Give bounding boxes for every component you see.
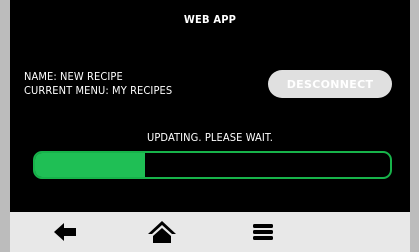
- page-title: WEB APP: [183, 13, 237, 26]
- progress-fill: [35, 153, 146, 177]
- home-icon: [148, 221, 176, 243]
- progress-bar: [33, 151, 392, 179]
- recipe-name-text: NAME: NEW RECIPE: [24, 70, 123, 83]
- disconnect-button[interactable]: DESCONNECT: [268, 70, 392, 98]
- bottom-navbar: [10, 212, 410, 252]
- arrow-left-icon: [54, 223, 76, 241]
- menu-icon: [253, 224, 273, 240]
- current-menu-text: CURRENT MENU: MY RECIPES: [24, 84, 173, 97]
- status-message: UPDATING. PLEASE WAIT.: [147, 131, 273, 144]
- app-screen: WEB APP NAME: NEW RECIPE CURRENT MENU: M…: [10, 0, 410, 252]
- home-button[interactable]: [147, 218, 177, 246]
- menu-button[interactable]: [248, 218, 278, 246]
- back-button[interactable]: [50, 218, 80, 246]
- info-panel: NAME: NEW RECIPE CURRENT MENU: MY RECIPE…: [24, 70, 172, 98]
